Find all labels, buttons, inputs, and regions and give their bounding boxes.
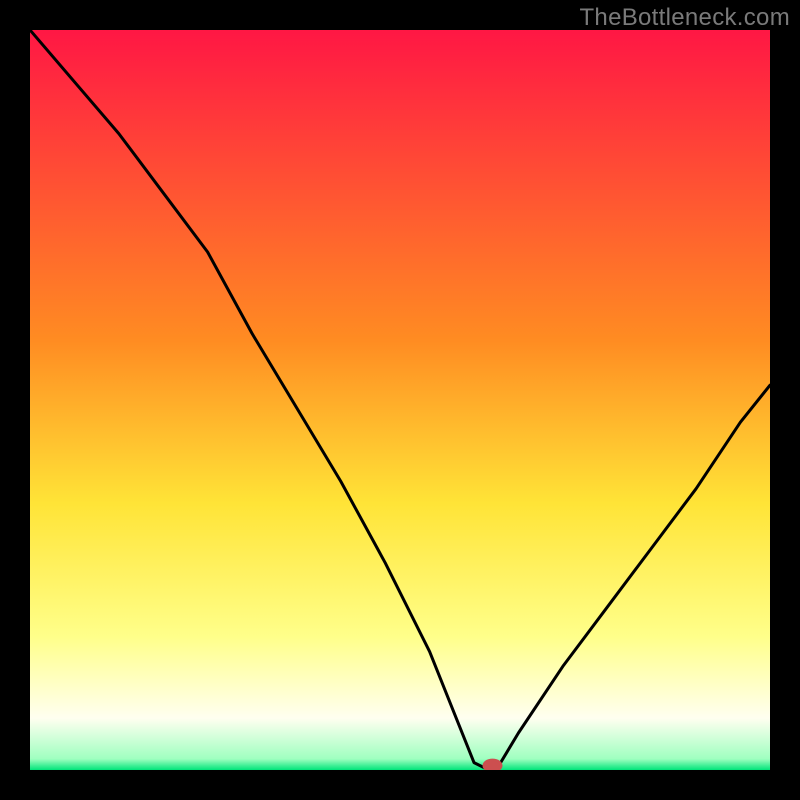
chart-svg (30, 30, 770, 770)
gradient-background (30, 30, 770, 770)
watermark-text: TheBottleneck.com (579, 4, 790, 32)
chart-plot-area (30, 30, 770, 770)
chart-frame: TheBottleneck.com (0, 0, 800, 800)
